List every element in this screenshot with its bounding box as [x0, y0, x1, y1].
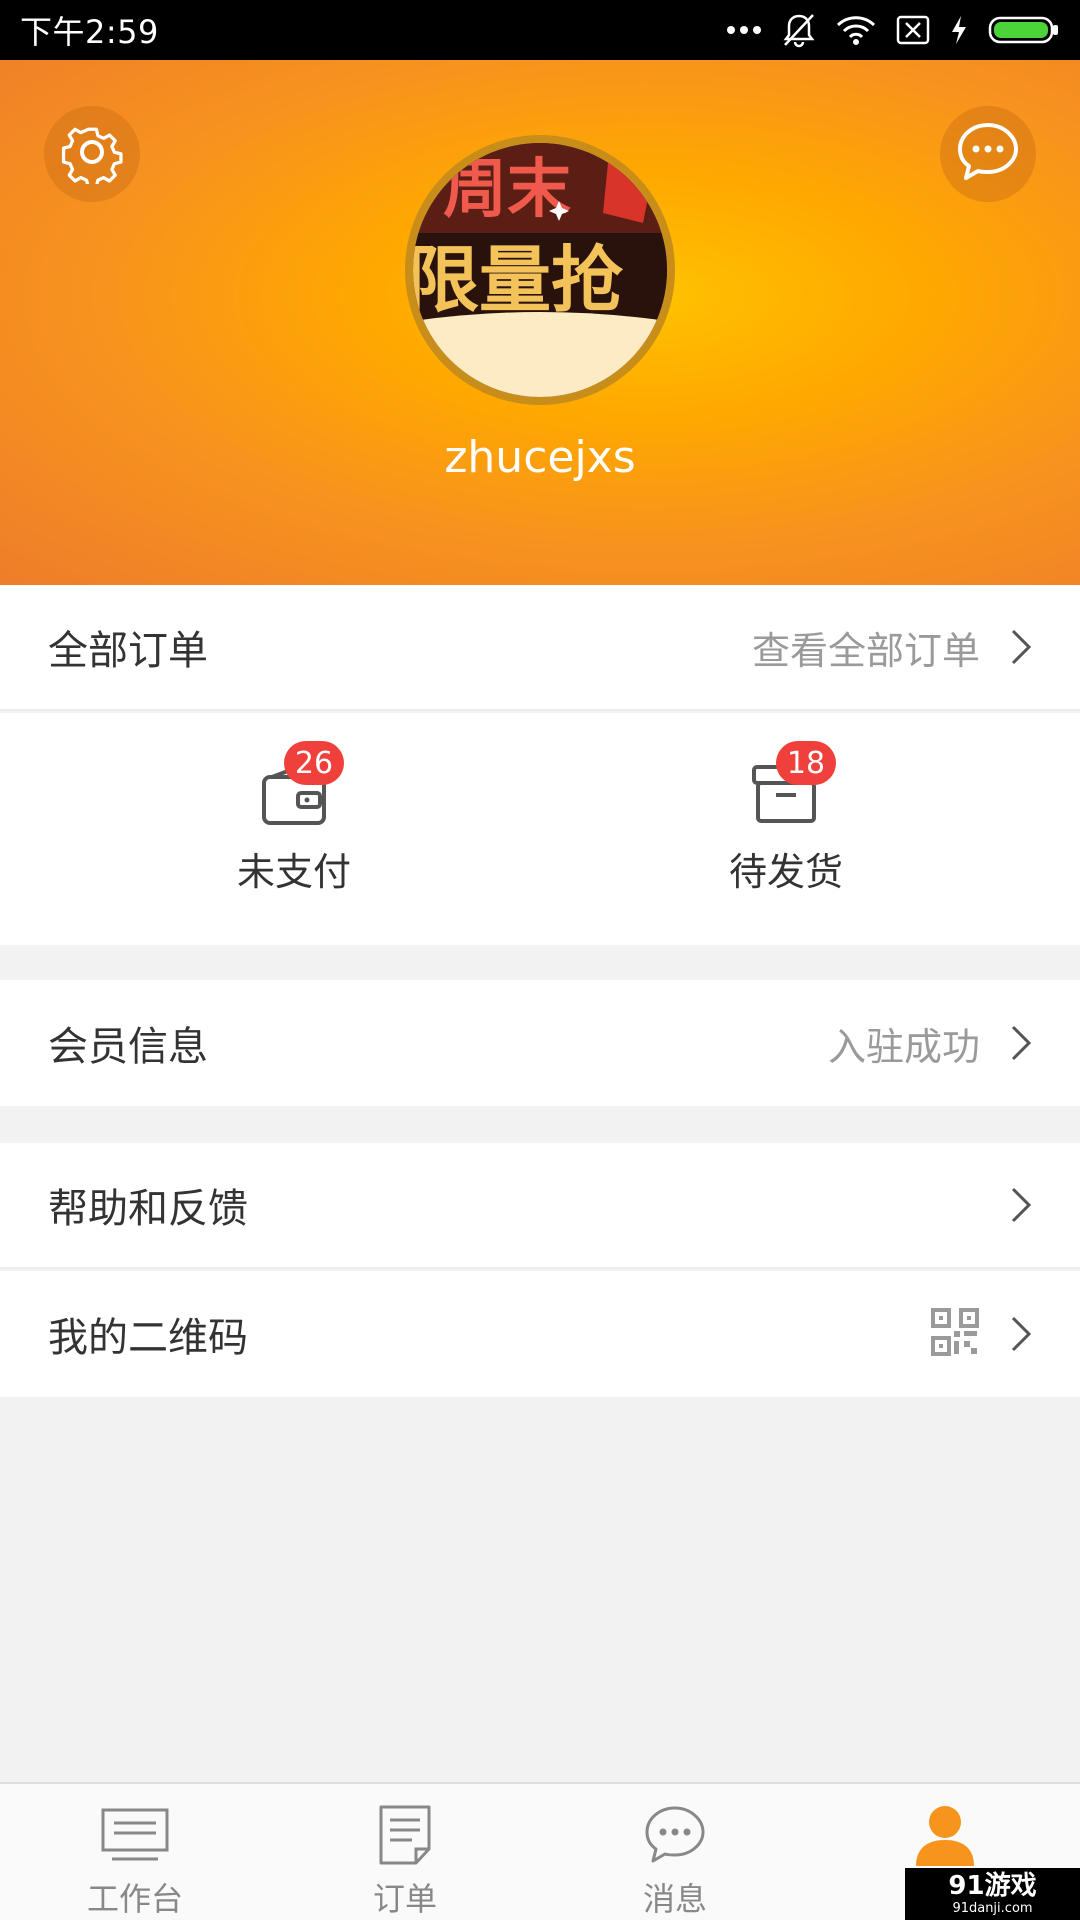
unpaid-count-badge: 26: [284, 741, 344, 785]
all-orders-label: 全部订单: [48, 628, 208, 674]
view-all-orders-link[interactable]: 查看全部订单: [752, 620, 980, 675]
messages-button[interactable]: [940, 106, 1036, 202]
chevron-right-icon: [1010, 1024, 1032, 1062]
order-status-panel: 26 未支付 18 待发货: [0, 713, 1080, 945]
to-ship-label: 待发货: [728, 850, 843, 894]
chevron-right-icon: [1010, 1186, 1032, 1224]
chat-bubble-icon: [642, 1802, 708, 1868]
tab-orders[interactable]: 订单: [270, 1784, 540, 1920]
watermark-site: 91danji.com: [952, 1901, 1033, 1916]
member-status-value: 入驻成功: [827, 1024, 980, 1069]
status-bar: 下午2:59: [0, 0, 1080, 60]
tab-messages[interactable]: 消息: [540, 1784, 810, 1920]
settings-button[interactable]: [44, 106, 140, 202]
avatar-text-bottom: 限量抢: [413, 238, 624, 322]
sim-none-icon: [896, 15, 930, 45]
status-time: 下午2:59: [20, 13, 159, 51]
chevron-right-icon: [1010, 1315, 1032, 1353]
to-ship-orders-button[interactable]: 18 待发货: [636, 713, 936, 945]
unpaid-orders-button[interactable]: 26 未支付: [144, 713, 444, 945]
battery-icon: [988, 15, 1060, 45]
member-info-label: 会员信息: [48, 1024, 208, 1070]
status-icons: [726, 12, 1060, 48]
bell-muted-icon: [782, 12, 816, 48]
more-dots-icon: [726, 24, 762, 36]
my-qrcode-row[interactable]: 我的二维码: [0, 1271, 1080, 1397]
watermark: 91游戏 91danji.com: [905, 1868, 1080, 1920]
gear-icon: [60, 120, 124, 189]
tab-label: 消息: [642, 1880, 707, 1918]
member-info-row[interactable]: 会员信息 入驻成功: [0, 980, 1080, 1106]
document-icon: [378, 1802, 432, 1868]
chat-bubble-icon: [955, 121, 1021, 187]
profile-header: 周末 限量抢 zhucejxs: [0, 60, 1080, 585]
chevron-right-icon: [1010, 628, 1032, 666]
unpaid-label: 未支付: [236, 850, 351, 894]
tab-label: 工作台: [86, 1880, 183, 1918]
monitor-icon: [100, 1802, 170, 1868]
help-feedback-row[interactable]: 帮助和反馈: [0, 1143, 1080, 1269]
watermark-brand: 91游戏: [948, 1871, 1037, 1901]
avatar[interactable]: 周末 限量抢: [405, 135, 675, 405]
wifi-icon: [836, 15, 876, 45]
qr-code-icon: [930, 1307, 980, 1361]
all-orders-row[interactable]: 全部订单 查看全部订单: [0, 585, 1080, 711]
tab-label: 订单: [372, 1880, 437, 1918]
my-qrcode-label: 我的二维码: [48, 1315, 248, 1361]
tab-workbench[interactable]: 工作台: [0, 1784, 270, 1920]
to-ship-count-badge: 18: [776, 741, 836, 785]
charging-icon: [950, 15, 968, 45]
help-feedback-label: 帮助和反馈: [48, 1186, 248, 1232]
username: zhucejxs: [444, 432, 636, 483]
person-icon: [912, 1802, 978, 1868]
avatar-text-top: 周末: [443, 153, 571, 227]
